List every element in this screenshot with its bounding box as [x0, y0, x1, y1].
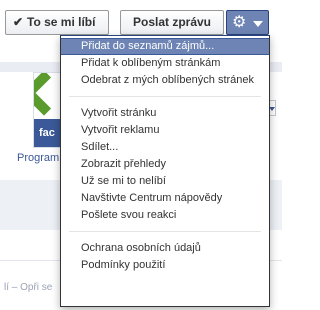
menu-item-terms[interactable]: Podmínky použití	[61, 257, 269, 274]
send-message-button[interactable]: Poslat zprávu	[120, 10, 224, 35]
check-icon: ✔	[13, 15, 24, 29]
menu-item-share[interactable]: Sdílet...	[61, 139, 269, 156]
menu-item-send-feedback[interactable]: Pošlete svou reakci	[61, 207, 269, 224]
page-footer-text: lí – Opři se	[4, 282, 53, 293]
gear-menu-button[interactable]: ⚙	[226, 10, 269, 35]
menu-item-create-page[interactable]: Vytvořit stránku	[61, 105, 269, 122]
menu-item-help-center[interactable]: Navštivte Centrum nápovědy	[61, 190, 269, 207]
menu-item-privacy[interactable]: Ochrana osobních údajů	[61, 240, 269, 257]
menu-item-create-ad[interactable]: Vytvořit reklamu	[61, 122, 269, 139]
menu-item-unlike[interactable]: Už se mi to nelíbí	[61, 173, 269, 190]
menu-item-view-insights[interactable]: Zobrazit přehledy	[61, 156, 269, 173]
send-message-button-label: Poslat zprávu	[132, 15, 212, 29]
menu-item-remove-from-favorites[interactable]: Odebrat z mých oblíbených stránek	[61, 72, 269, 89]
menu-item-add-to-favorites[interactable]: Přidat k oblíbeným stránkám	[61, 55, 269, 72]
menu-item-add-to-interest-lists[interactable]: Přidat do seznamů zájmů...	[61, 38, 269, 55]
like-button-label: To se mi líbí	[27, 15, 96, 29]
program-link[interactable]: Program	[17, 152, 59, 164]
menu-separator	[69, 96, 261, 97]
menu-separator	[69, 231, 261, 232]
gear-dropdown-menu: Přidat do seznamů zájmů... Přidat k oblí…	[60, 35, 270, 307]
like-button[interactable]: ✔ To se mi líbí	[5, 10, 109, 35]
caret-down-icon	[253, 21, 263, 27]
gear-icon: ⚙	[232, 14, 247, 31]
